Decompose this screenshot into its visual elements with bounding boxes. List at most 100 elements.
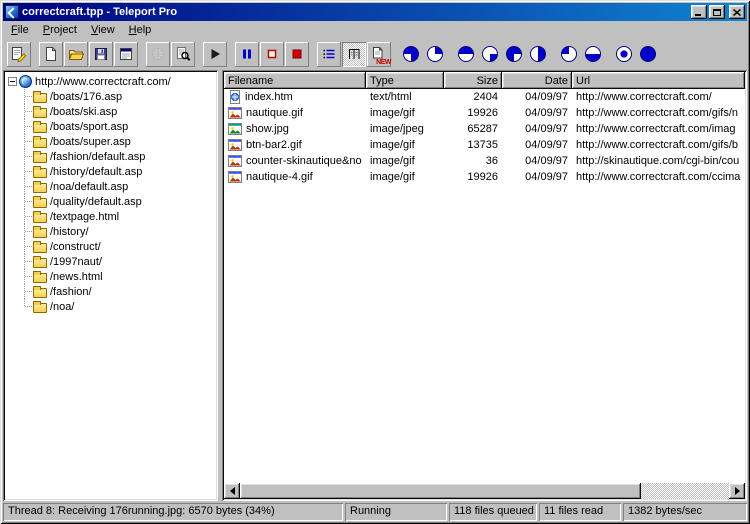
maximize-button[interactable] xyxy=(709,5,725,19)
new-files-label: NEW xyxy=(376,59,391,66)
pause-button[interactable] xyxy=(235,42,259,67)
dial-5-button[interactable] xyxy=(502,41,525,67)
main-area: http://www.correctcraft.com/ /boats/176.… xyxy=(3,69,747,501)
column-header-date[interactable]: Date xyxy=(502,72,572,89)
tree-item[interactable]: /boats/sport.asp xyxy=(6,119,215,134)
dial-5-icon xyxy=(506,46,522,62)
tree-item-label: /quality/default.asp xyxy=(47,196,145,208)
toolbar-group xyxy=(399,41,446,67)
maximize-icon xyxy=(713,9,721,16)
tree-item[interactable]: /boats/super.asp xyxy=(6,134,215,149)
dial-1-button[interactable] xyxy=(399,41,422,67)
app-icon[interactable] xyxy=(5,5,19,19)
scrollbar-thumb[interactable] xyxy=(240,483,641,499)
file-list-panel: FilenameTypeSize Date Url index.htmtext/ht… xyxy=(222,70,747,501)
search-button[interactable] xyxy=(171,42,195,67)
dial-7-icon xyxy=(561,46,577,62)
close-button[interactable] xyxy=(729,5,745,19)
folder-icon xyxy=(33,198,47,208)
start-icon xyxy=(207,46,223,62)
tree-item[interactable]: /fashion/default.asp xyxy=(6,149,215,164)
dial-7-button[interactable] xyxy=(557,41,580,67)
dial-6-button[interactable] xyxy=(526,41,549,67)
gif-file-icon xyxy=(228,154,243,168)
menu-file[interactable]: File xyxy=(4,22,36,38)
file-name-cell: btn-bar2.gif xyxy=(224,138,366,152)
tree-item[interactable]: /quality/default.asp xyxy=(6,194,215,209)
column-header-type[interactable]: Type xyxy=(366,72,444,89)
tree-item[interactable]: /construct/ xyxy=(6,239,215,254)
toolbar: NEW xyxy=(3,39,747,69)
details-view-button[interactable] xyxy=(342,42,366,67)
file-type: image/gif xyxy=(366,171,444,183)
list-view-button[interactable] xyxy=(317,42,341,67)
menu-help[interactable]: Help xyxy=(122,22,159,38)
project-properties-button[interactable] xyxy=(114,42,138,67)
file-name: nautique-4.gif xyxy=(246,171,313,183)
tree-connector xyxy=(19,179,33,194)
column-header-url[interactable]: Url xyxy=(572,72,745,89)
column-header-size[interactable]: Size xyxy=(444,72,502,89)
folder-icon xyxy=(33,123,47,133)
file-row[interactable]: show.jpgimage/jpeg6528704/09/97http://ww… xyxy=(224,121,745,137)
tree-connector xyxy=(19,134,33,149)
tree-connector xyxy=(19,149,33,164)
new-project-button[interactable] xyxy=(39,42,63,67)
folder-icon xyxy=(33,138,47,148)
tree-item[interactable]: /noa/ xyxy=(6,299,215,314)
tree-root[interactable]: http://www.correctcraft.com/ xyxy=(6,74,215,89)
save-project-button[interactable] xyxy=(89,42,113,67)
dial-4-button[interactable] xyxy=(478,41,501,67)
tree-item[interactable]: /history/ xyxy=(6,224,215,239)
stop-button[interactable] xyxy=(260,42,284,67)
tree-item-label: /boats/ski.asp xyxy=(47,106,120,118)
abort-button[interactable] xyxy=(285,42,309,67)
tree-root-label: http://www.correctcraft.com/ xyxy=(32,76,174,88)
minimize-button[interactable] xyxy=(691,5,707,19)
dial-2-button[interactable] xyxy=(423,41,446,67)
file-size: 19926 xyxy=(444,171,502,183)
collapse-expander-icon[interactable] xyxy=(8,77,17,86)
tree-item[interactable]: /history/default.asp xyxy=(6,164,215,179)
tree-item[interactable]: /fashion/ xyxy=(6,284,215,299)
folder-icon xyxy=(33,153,47,163)
tree-item[interactable]: /boats/ski.asp xyxy=(6,104,215,119)
file-row[interactable]: index.htmtext/html240404/09/97http://www… xyxy=(224,89,745,105)
column-header-label: Date xyxy=(545,75,568,87)
folder-icon xyxy=(33,258,47,268)
dial-8-button[interactable] xyxy=(581,41,604,67)
start-button[interactable] xyxy=(203,42,227,67)
statusbar: Thread 8: Receiving 176running.jpg: 6570… xyxy=(3,503,747,521)
new-project-wizard-button[interactable] xyxy=(7,42,31,67)
tree-item[interactable]: /1997naut/ xyxy=(6,254,215,269)
toolbar-group xyxy=(612,41,659,67)
tree-item[interactable]: /boats/176.asp xyxy=(6,89,215,104)
file-row[interactable]: btn-bar2.gifimage/gif1373504/09/97http:/… xyxy=(224,137,745,153)
tree-item-label: /history/default.asp xyxy=(47,166,145,178)
scroll-right-button[interactable] xyxy=(729,483,745,499)
folder-icon xyxy=(33,93,47,103)
tree-item-label: /news.html xyxy=(47,271,106,283)
new-files-button[interactable]: NEW xyxy=(367,42,391,67)
tree-item-label: /construct/ xyxy=(47,241,104,253)
horizontal-scrollbar[interactable] xyxy=(224,483,745,499)
tree-item[interactable]: /news.html xyxy=(6,269,215,284)
menu-view[interactable]: View xyxy=(84,22,122,38)
tree-item-label: /textpage.html xyxy=(47,211,122,223)
file-row[interactable]: counter-skinautique&no...image/gif3604/0… xyxy=(224,153,745,169)
dial-10-button[interactable] xyxy=(636,41,659,67)
column-header-filename[interactable]: Filename xyxy=(224,72,366,89)
scroll-left-button[interactable] xyxy=(224,483,240,499)
file-row[interactable]: nautique.gifimage/gif1992604/09/97http:/… xyxy=(224,105,745,121)
file-url: http://www.correctcraft.com/ccima xyxy=(572,171,745,183)
file-row[interactable]: nautique-4.gifimage/gif1992604/09/97http… xyxy=(224,169,745,185)
dial-9-button[interactable] xyxy=(612,41,635,67)
open-project-button[interactable] xyxy=(64,42,88,67)
toolbar-group xyxy=(146,42,195,67)
tree-item[interactable]: /textpage.html xyxy=(6,209,215,224)
tree-connector xyxy=(19,164,33,179)
scrollbar-track[interactable] xyxy=(240,483,729,499)
tree-item[interactable]: /noa/default.asp xyxy=(6,179,215,194)
dial-3-button[interactable] xyxy=(454,41,477,67)
menu-project[interactable]: Project xyxy=(36,22,84,38)
